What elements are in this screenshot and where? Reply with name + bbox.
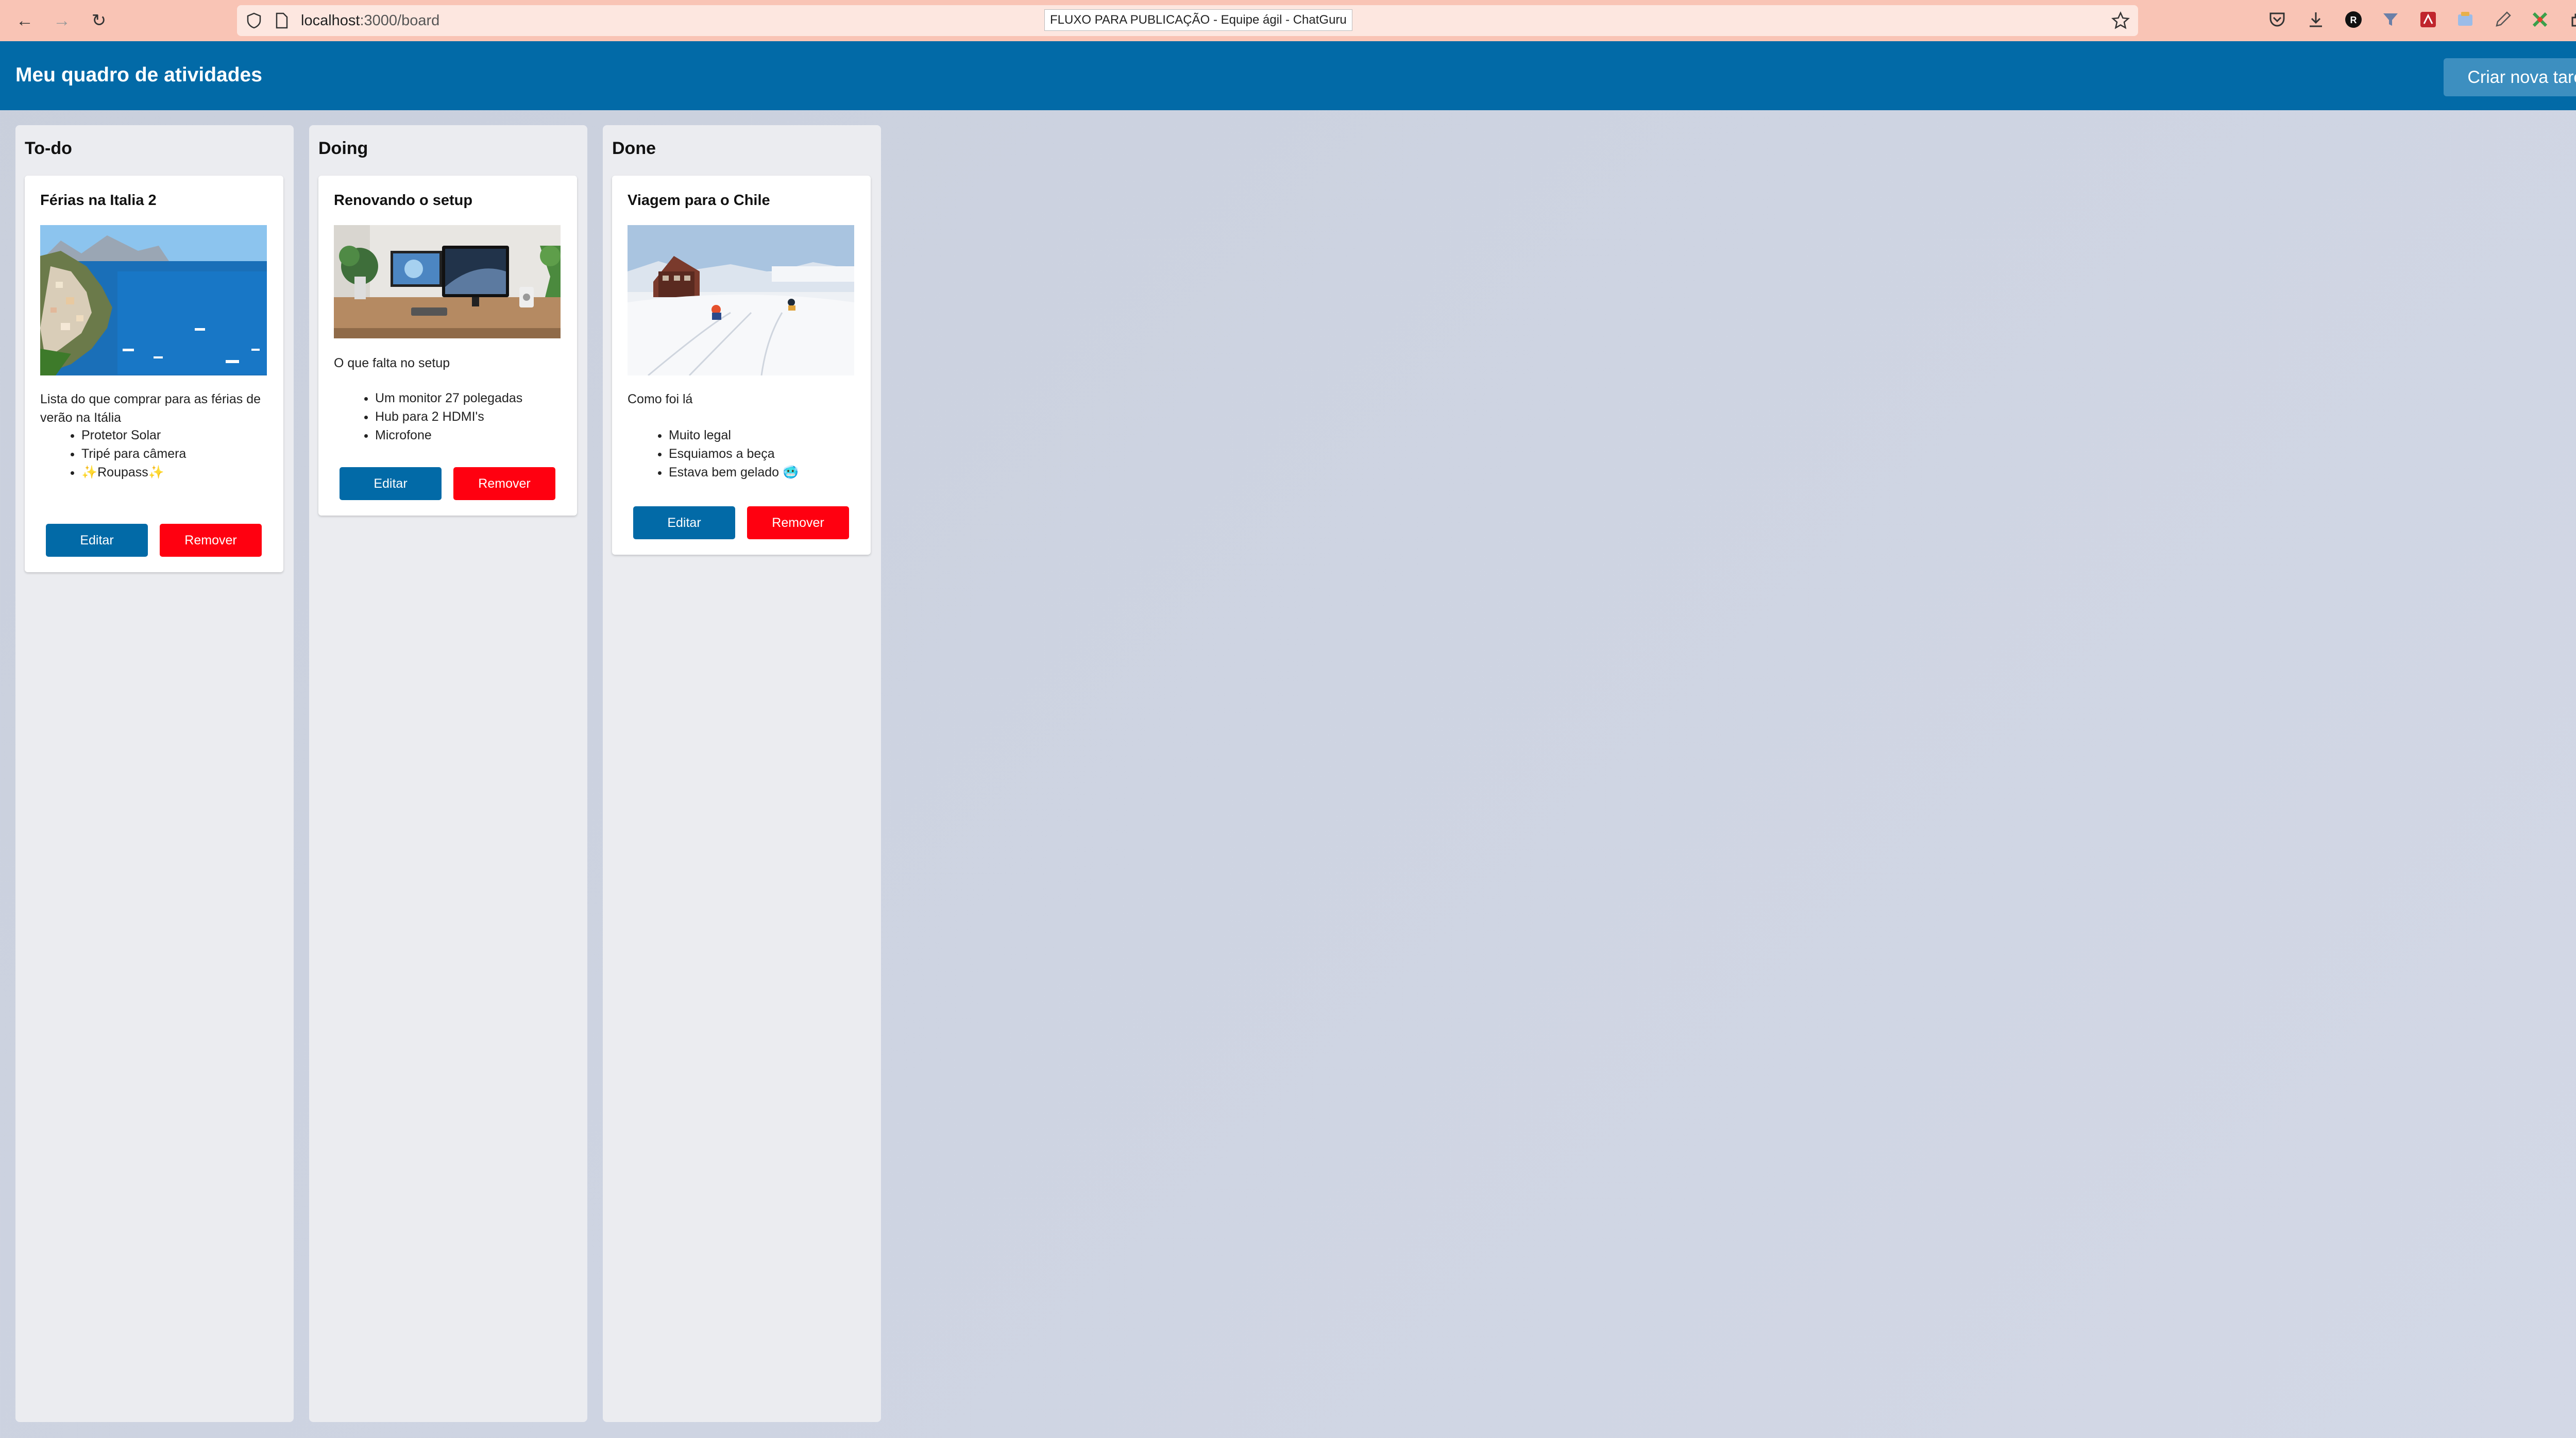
page-title: Meu quadro de atividades (15, 64, 262, 86)
bookmark-star-icon[interactable] (2111, 11, 2130, 30)
desk-setup-photo (334, 225, 561, 338)
card-checklist: Protetor Solar Tripé para câmera ✨Roupas… (40, 426, 186, 482)
pocket-icon[interactable] (2267, 10, 2287, 31)
shield-icon (247, 12, 261, 29)
extension-green-icon[interactable] (2530, 10, 2550, 31)
url-text[interactable]: localhost:3000/board (301, 10, 439, 31)
card-title: Renovando o setup (334, 192, 473, 209)
card-description: Como foi lá (628, 392, 693, 406)
card-description: Lista do que comprar para as férias de v… (40, 392, 261, 425)
filter-icon[interactable] (2380, 10, 2401, 31)
edit-button[interactable]: Editar (46, 524, 148, 557)
column-title: Done (612, 139, 656, 158)
tab-tooltip: FLUXO PARA PUBLICAÇÃO - Equipe ágil - Ch… (1044, 9, 1352, 31)
task-card[interactable]: Renovando o setup O que falta no setup •… (318, 176, 577, 516)
remove-button[interactable]: Remover (160, 524, 262, 557)
back-arrow-icon[interactable]: ← (14, 10, 35, 31)
reload-icon[interactable]: ↻ (89, 10, 109, 31)
card-checklist: Muito legal Esquiamos a beça Estava bem … (628, 426, 799, 482)
amalfi-coast-photo (40, 225, 267, 375)
page-icon (276, 12, 288, 29)
card-title: Férias na Italia 2 (40, 192, 157, 209)
list-item: Um monitor 27 polegadas (375, 389, 522, 407)
list-item: ✨Roupass✨ (81, 463, 186, 482)
column-todo: To-do Férias na Italia 2 Lista do que co… (15, 125, 294, 1422)
forward-arrow-icon[interactable]: → (52, 10, 72, 31)
extension-box-icon[interactable] (2455, 10, 2476, 31)
svg-text:R: R (2350, 15, 2357, 25)
list-item: Esquiamos a beça (669, 444, 799, 463)
eyedropper-icon[interactable] (2493, 10, 2513, 31)
column-done: Done Viagem para o Chile Como foi lá • M… (603, 125, 881, 1422)
card-title: Viagem para o Chile (628, 192, 770, 209)
url-path: :3000/board (360, 12, 440, 29)
remove-button[interactable]: Remover (453, 467, 555, 500)
column-title: To-do (25, 139, 72, 158)
download-icon[interactable] (2306, 10, 2326, 31)
url-host: localhost (301, 12, 360, 29)
column-title: Doing (318, 139, 368, 158)
list-item: Estava bem gelado 🥶 (669, 463, 799, 482)
edit-button[interactable]: Editar (633, 506, 735, 539)
edit-button[interactable]: Editar (340, 467, 442, 500)
extensions-icon[interactable] (2567, 10, 2576, 31)
remove-button[interactable]: Remover (747, 506, 849, 539)
task-card[interactable]: Viagem para o Chile Como foi lá • Muito … (612, 176, 871, 555)
ski-slope-photo (628, 225, 854, 375)
list-item: Protetor Solar (81, 426, 186, 444)
list-item: Muito legal (669, 426, 799, 444)
create-task-button[interactable]: Criar nova tarefa (2444, 58, 2576, 96)
list-item: Tripé para câmera (81, 444, 186, 463)
card-description: O que falta no setup (334, 356, 450, 370)
list-item: Microfone (375, 426, 522, 444)
extension-red-icon[interactable] (2418, 10, 2438, 31)
profile-icon[interactable]: R (2343, 10, 2364, 31)
task-card[interactable]: Férias na Italia 2 Lista do que comprar … (25, 176, 283, 572)
list-item: Hub para 2 HDMI's (375, 407, 522, 426)
browser-toolbar: ← → ↻ localhost:3000/board FLUXO PARA PU… (0, 0, 2576, 42)
app-header: Meu quadro de atividades Criar nova tare… (0, 41, 2576, 110)
column-doing: Doing Renovando o setup O que falta no s… (309, 125, 587, 1422)
card-checklist: Um monitor 27 polegadas Hub para 2 HDMI'… (334, 389, 522, 444)
